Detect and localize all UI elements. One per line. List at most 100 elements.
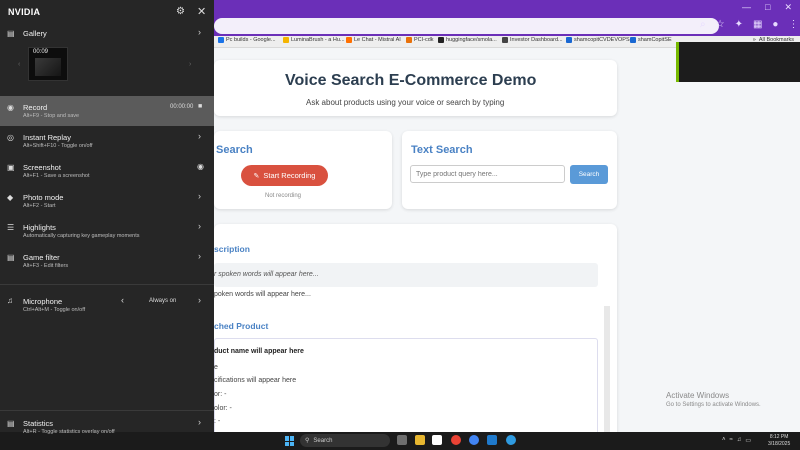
vscode-icon[interactable]: [487, 435, 497, 445]
bookmark-icon: [346, 37, 352, 43]
product-specs: cifications will appear here: [214, 377, 297, 384]
taskbar-search-label: Search: [313, 437, 333, 444]
product-line: : -: [214, 418, 221, 425]
activate-windows-watermark: Activate Windows Go to Settings to activ…: [666, 391, 761, 408]
bookmark-icon: [566, 37, 572, 43]
chevron-up-icon[interactable]: ˄: [722, 437, 726, 444]
bookmark-item[interactable]: Pc builds - Google...: [218, 37, 276, 43]
bookmark-icon: [283, 37, 289, 43]
start-recording-button[interactable]: ✎ Start Recording: [241, 165, 328, 186]
chevron-left-icon[interactable]: ‹: [18, 61, 20, 68]
chevron-right-icon: ›: [198, 251, 201, 261]
close-window-icon[interactable]: ✕: [784, 2, 792, 13]
task-view-icon[interactable]: [397, 435, 407, 445]
microphone-icon: ✎: [253, 172, 260, 180]
instant-replay-label: Instant Replay: [23, 133, 71, 142]
minimize-icon[interactable]: —: [742, 2, 751, 13]
nvidia-title: NVIDIA: [8, 7, 41, 17]
bookmark-label: huggingface/smola...: [446, 37, 497, 43]
nv-statistics-row[interactable]: ▤ Statistics Alt+R - Toggle statistics o…: [0, 414, 214, 442]
nv-record-row[interactable]: ◉ Record Alt+F9 - Stop and save 00:00:00…: [0, 96, 214, 126]
chevron-right-icon: ›: [198, 27, 201, 37]
bookmark-label: shamCopitSE: [638, 37, 672, 43]
browser-icon[interactable]: [469, 435, 479, 445]
chrome-icon[interactable]: [451, 435, 461, 445]
highlights-icon: ☰: [7, 223, 15, 232]
gallery-icon: ▤: [7, 29, 15, 38]
taskbar-search[interactable]: ⚲ Search: [300, 434, 390, 447]
bookmark-item[interactable]: PCI-cdk: [406, 37, 434, 43]
game-filter-label: Game filter: [23, 253, 60, 262]
divider: [0, 284, 214, 285]
stop-record-icon[interactable]: ■: [198, 103, 202, 110]
window-controls: — □ ✕: [742, 2, 792, 13]
zoom-icon[interactable]: ⌕: [700, 19, 706, 30]
search-input[interactable]: [410, 165, 565, 183]
gallery-label: Gallery: [23, 29, 47, 38]
chevron-right-icon[interactable]: ›: [189, 61, 191, 68]
clock-date: 3/18/2025: [768, 441, 791, 447]
star-icon[interactable]: ☆: [716, 19, 725, 30]
bookmark-label: Investor Dashboard...: [510, 37, 563, 43]
close-icon[interactable]: ✕: [197, 5, 206, 18]
bookmark-icon: [502, 37, 508, 43]
system-tray: ˄ ≈ ♫ ▭: [722, 437, 751, 444]
record-icon: ◉: [7, 103, 14, 112]
recording-status: Not recording: [265, 193, 302, 199]
nv-screenshot-row[interactable]: ▣ Screenshot Alt+F1 - Save a screenshot …: [0, 158, 214, 186]
gallery-thumbnail[interactable]: 00:09: [28, 47, 68, 81]
bookmark-item[interactable]: LuminaBrush - a Hu...: [283, 37, 345, 43]
search-button[interactable]: Search: [570, 165, 608, 184]
nv-microphone-row[interactable]: ♫ Microphone Ctrl+Alt+M - Toggle on/off …: [0, 290, 214, 320]
voice-search-heading: Search: [216, 144, 253, 156]
results-scrollbar[interactable]: [604, 306, 610, 432]
camera-icon[interactable]: ◉: [197, 162, 204, 171]
bookmark-item[interactable]: shamCopitSE: [630, 37, 672, 43]
file-explorer-icon[interactable]: [415, 435, 425, 445]
nv-game-filter-row[interactable]: ▤ Game filter Alt+F3 - Edit filters ›: [0, 248, 214, 276]
chevron-right-icon: ›: [198, 131, 201, 141]
profile-icon[interactable]: ●: [772, 19, 778, 30]
bookmark-item[interactable]: shamcopitCVDEVOPS: [566, 37, 630, 43]
bookmark-item[interactable]: Investor Dashboard...: [502, 37, 563, 43]
maximize-icon[interactable]: □: [765, 2, 770, 13]
wifi-icon[interactable]: ≈: [730, 437, 733, 444]
activate-title: Activate Windows: [666, 391, 730, 400]
taskbar-clock[interactable]: 8:12 PM 3/18/2025: [768, 434, 790, 448]
instant-replay-shortcut: Alt+Shift+F10 - Toggle on/off: [23, 143, 93, 149]
divider: [0, 410, 214, 411]
menu-icon[interactable]: ⋮: [788, 19, 798, 30]
notepad-icon[interactable]: [432, 435, 442, 445]
bookmark-label: Le Chat - Mistral AI: [354, 37, 401, 43]
microphone-icon: ♫: [7, 296, 13, 305]
bookmark-item[interactable]: huggingface/smola...: [438, 37, 497, 43]
record-shortcut: Alt+F9 - Stop and save: [23, 113, 80, 119]
chevron-right-icon: ›: [198, 191, 201, 201]
start-recording-label: Start Recording: [263, 171, 316, 180]
transcription-placeholder: r spoken words will appear here...: [214, 271, 319, 278]
microphone-shortcut: Ctrl+Alt+M - Toggle on/off: [23, 307, 86, 313]
search-icon: ⚲: [305, 438, 310, 444]
bookmark-item[interactable]: Le Chat - Mistral AI: [346, 37, 401, 43]
product-line: e: [214, 364, 218, 371]
extension-icon[interactable]: ✦: [735, 19, 743, 30]
app-icon[interactable]: [506, 435, 516, 445]
windows-start-icon[interactable]: [285, 436, 295, 446]
puzzle-icon[interactable]: ▦: [753, 19, 762, 30]
bookmark-label: LuminaBrush - a Hu...: [291, 37, 345, 43]
nv-highlights-row[interactable]: ☰ Highlights Automatically capturing key…: [0, 218, 214, 246]
thumbnail-image: [35, 58, 61, 76]
nv-instant-replay-row[interactable]: ◎ Instant Replay Alt+Shift+F10 - Toggle …: [0, 128, 214, 156]
chevron-right-icon[interactable]: ›: [198, 295, 201, 305]
bookmark-icon: [438, 37, 444, 43]
product-line: or: -: [214, 391, 227, 398]
record-label: Record: [23, 103, 48, 112]
gear-icon[interactable]: ⚙: [176, 6, 185, 17]
nv-photo-mode-row[interactable]: ◆ Photo mode Alt+F2 - Start ›: [0, 188, 214, 216]
product-name: duct name will appear here: [214, 348, 304, 355]
volume-icon[interactable]: ♫: [737, 437, 742, 444]
chevron-left-icon[interactable]: ‹: [121, 295, 124, 305]
address-bar[interactable]: [214, 18, 719, 34]
instant-replay-icon: ◎: [7, 133, 14, 142]
battery-icon[interactable]: ▭: [745, 437, 751, 444]
